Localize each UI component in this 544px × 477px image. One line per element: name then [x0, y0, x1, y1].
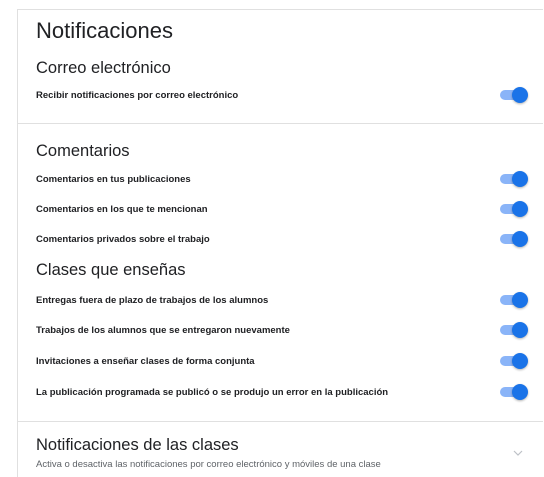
toggle-resubmissions[interactable]: [500, 322, 528, 338]
setting-label-coteach-invitations: Invitaciones a enseñar clases de forma c…: [36, 356, 255, 367]
section-title-teaching: Clases que enseñas: [36, 261, 186, 279]
toggle-thumb: [512, 87, 528, 103]
toggle-comments-posts[interactable]: [500, 171, 528, 187]
setting-label-comments-private: Comentarios privados sobre el trabajo: [36, 234, 210, 245]
toggle-coteach-invitations[interactable]: [500, 353, 528, 369]
toggle-thumb: [512, 171, 528, 187]
setting-label-email-notifications: Recibir notificaciones por correo electr…: [36, 90, 239, 101]
toggle-thumb: [512, 292, 528, 308]
toggle-thumb: [512, 353, 528, 369]
toggle-email-notifications[interactable]: [500, 87, 528, 103]
toggle-comments-mentions[interactable]: [500, 201, 528, 217]
toggle-late-submissions[interactable]: [500, 292, 528, 308]
class-notifications-subtitle: Activa o desactiva las notificaciones po…: [36, 459, 381, 470]
toggle-comments-private[interactable]: [500, 231, 528, 247]
toggle-scheduled-post[interactable]: [500, 384, 528, 400]
section-title-comments: Comentarios: [36, 142, 130, 160]
toggle-thumb: [512, 384, 528, 400]
toggle-thumb: [512, 322, 528, 338]
chevron-down-icon[interactable]: [512, 446, 524, 458]
setting-label-comments-posts: Comentarios en tus publicaciones: [36, 174, 191, 185]
setting-label-comments-mentions: Comentarios en los que te mencionan: [36, 204, 208, 215]
class-notifications-title[interactable]: Notificaciones de las clases: [36, 436, 239, 455]
toggle-thumb: [512, 231, 528, 247]
setting-label-resubmissions: Trabajos de los alumnos que se entregaro…: [36, 325, 290, 336]
page-title: Notificaciones: [36, 18, 173, 43]
divider: [18, 123, 543, 124]
toggle-thumb: [512, 201, 528, 217]
section-title-email: Correo electrónico: [36, 59, 171, 77]
divider: [18, 421, 543, 422]
setting-label-late-submissions: Entregas fuera de plazo de trabajos de l…: [36, 295, 269, 306]
setting-label-scheduled-post: La publicación programada se publicó o s…: [36, 387, 389, 398]
